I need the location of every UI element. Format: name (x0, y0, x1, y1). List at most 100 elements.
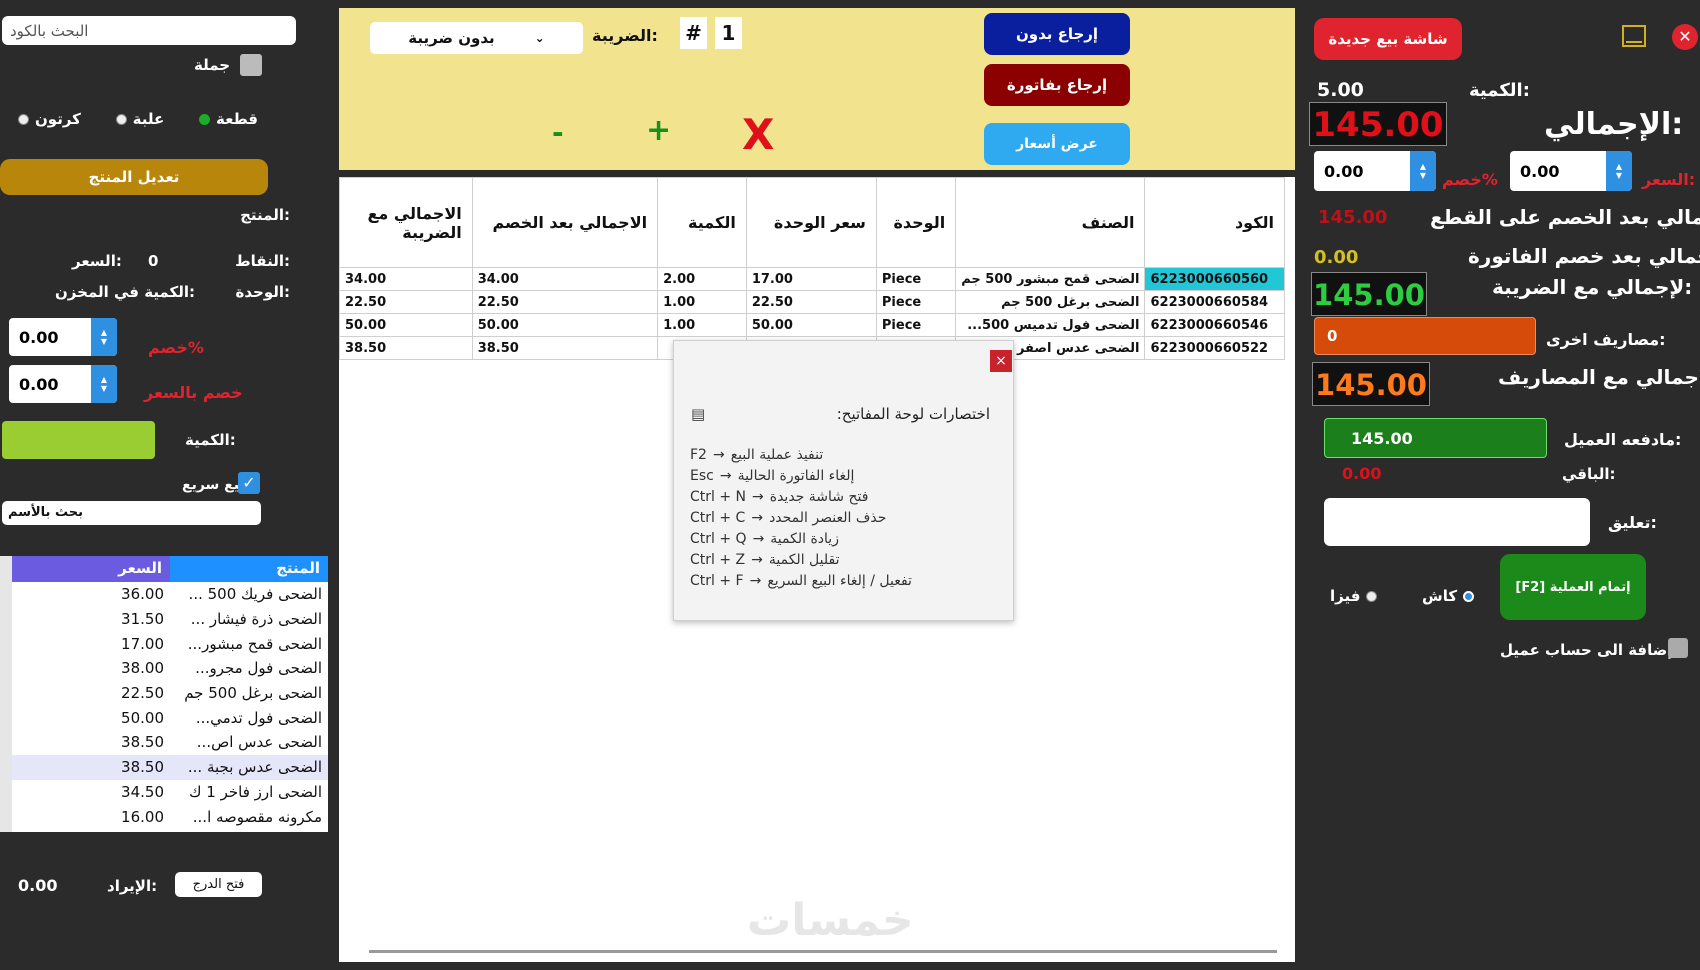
search-code-input[interactable]: البحث بالكود (2, 16, 296, 45)
delete-item-button[interactable]: X (742, 110, 774, 159)
other-expenses-input[interactable]: 0 (1314, 317, 1536, 355)
grid-cell: 34.00 (339, 267, 473, 291)
add-to-customer-label: إضافة الى حساب عميل (1500, 641, 1673, 659)
product-list[interactable]: المنتج السعر الضحى فريك 500 ... 36.00 الضح… (0, 556, 328, 832)
list-scrollbar[interactable] (0, 556, 12, 832)
list-header-product[interactable]: المنتج (170, 556, 328, 582)
tax-select[interactable]: بدون ضريبة ⌄ (370, 22, 583, 54)
table-row[interactable]: 6223000660546 الضحى فول تدميس 500... Piece… (339, 313, 1285, 337)
list-item[interactable]: الضحى قمح مبشور... 17.00 (12, 631, 328, 656)
discount-price-stepper[interactable]: 0.00 ▲ ▼ (9, 365, 117, 403)
horizontal-scrollbar[interactable] (369, 950, 1277, 953)
minimize-icon[interactable] (1622, 25, 1646, 47)
unit-piece-radio[interactable]: قطعة (199, 110, 258, 128)
table-row[interactable]: 6223000660584 الضحى برغل 500 جم Piece 22.50… (339, 290, 1285, 314)
arrow-icon: → (719, 468, 732, 484)
quotation-button[interactable]: عرض أسعار (984, 123, 1130, 165)
new-sale-screen-button[interactable]: شاشة بيع جديدة (1314, 18, 1462, 60)
wholesale-checkbox-row[interactable]: جملة (190, 54, 262, 78)
unit-carton-radio[interactable]: كرتون (18, 110, 81, 128)
list-item-name: الضحى فول مجرو... (195, 659, 322, 678)
grid-header-cell[interactable]: الاجمالي مع الضريبة (339, 177, 473, 268)
grid-header-cell[interactable]: الاجمالي بعد الخصم (471, 177, 659, 268)
grid-header-cell[interactable]: الكود (1144, 177, 1285, 268)
quantity-input[interactable] (2, 421, 155, 459)
visa-radio[interactable]: فيزا (1330, 587, 1378, 605)
open-drawer-button[interactable]: فتح الدرج (175, 872, 262, 897)
quick-sale-label: بيع سريع (182, 477, 245, 493)
comment-label: تعليق: (1608, 513, 1657, 532)
list-item-price: 38.50 (121, 733, 164, 752)
comment-input[interactable] (1324, 498, 1590, 546)
dialog-close-button[interactable]: × (990, 350, 1012, 372)
list-item[interactable]: الضحى برغل 500 جم 22.50 (12, 681, 328, 706)
shortcut-item: Ctrl + N → فتح شاشة جديدة (690, 489, 1000, 510)
stepper-arrows-icon[interactable]: ▲ ▼ (91, 365, 117, 403)
list-item[interactable]: الضحى فول مجرو... 38.00 (12, 656, 328, 681)
right-price-stepper[interactable]: 0.00 ▲ ▼ (1510, 151, 1632, 191)
unit-radio-group: قطعة علبة كرتون (18, 108, 258, 130)
grid-cell: الضحى برغل 500 جم (955, 290, 1146, 314)
grid-cell: 6223000660522 (1144, 336, 1285, 360)
stepper-arrows-icon[interactable]: ▲ ▼ (1606, 151, 1632, 191)
shortcut-action: تنفيذ عملية البيع (730, 447, 824, 463)
unit-box-radio[interactable]: علبة (115, 110, 164, 128)
stepper-arrows-icon[interactable]: ▲ ▼ (91, 318, 117, 356)
list-item-name: الضحى فول تدمي... (195, 708, 322, 727)
quick-sale-checkbox[interactable]: ✓ (238, 472, 260, 494)
return-with-invoice-button[interactable]: إرجاع بفاتورة (984, 64, 1130, 106)
after-invoice-discount-value: 0.00 (1314, 247, 1359, 268)
list-item[interactable]: الضحى فول تدمي... 50.00 (12, 705, 328, 730)
shortcuts-dialog: × اختصارات لوحة المفاتيح: ▤ F2 → تنفيذ عمل… (673, 340, 1014, 621)
shortcut-action: تفعيل / إلغاء البيع السريع (767, 573, 912, 589)
complete-sale-button[interactable]: [F2] إتمام العملية (1500, 554, 1646, 620)
list-item[interactable]: الضحى ذرة فيشار ... 31.50 (12, 607, 328, 632)
list-item-price: 38.50 (121, 758, 164, 777)
with-expenses-label: لإجمالي مع المصاريف: (1498, 365, 1700, 389)
grid-cell: Piece (875, 290, 957, 314)
wholesale-label: جملة (194, 56, 231, 74)
list-item[interactable]: الضحى عدس اص... 38.50 (12, 730, 328, 755)
list-item[interactable]: مكرونه مقصوصه ا... 16.00 (12, 804, 328, 829)
stepper-arrows-icon[interactable]: ▲ ▼ (1410, 151, 1436, 191)
invoice-table[interactable]: الكود الصنف الوحدة سعر الوحدة الكمية الاجمالي… (339, 177, 1285, 360)
edit-product-button[interactable]: تعديل المنتج (0, 159, 268, 195)
price-label: السعر: (72, 252, 122, 270)
stock-label: الكمية في المخزن: (55, 283, 195, 301)
return-without-invoice-button[interactable]: إرجاع بدون (984, 13, 1130, 55)
shortcut-item: Ctrl + Q → زيادة الكمية (690, 531, 1000, 552)
list-item[interactable]: الضحى فريك 500 ... 36.00 (12, 582, 328, 607)
with-expenses-value: 145.00 (1312, 362, 1430, 406)
close-icon[interactable]: ✕ (1672, 24, 1698, 50)
add-to-customer-checkbox[interactable] (1668, 638, 1688, 658)
shortcut-item: Esc → إلغاء الفاتورة الحالية (690, 468, 1000, 489)
grid-cell: 34.00 (471, 267, 659, 291)
list-item[interactable]: الضحى عدس بجبة ... 38.50 (12, 754, 328, 780)
plus-button[interactable]: + (646, 113, 671, 148)
right-discount-stepper[interactable]: 0.00 ▲ ▼ (1314, 151, 1436, 191)
right-panel: ✕ شاشة بيع جديدة الكمية: 5.00 145.00 الإ… (1302, 0, 1700, 970)
search-name-input[interactable]: بحث بالأسم (2, 501, 261, 525)
grid-cell: 2.00 (657, 267, 747, 291)
discount-pct-stepper[interactable]: 0.00 ▲ ▼ (9, 318, 117, 356)
table-row[interactable]: 6223000660560 الضحى قمح مبشور 500 جم Piece… (339, 267, 1285, 291)
wholesale-checkbox[interactable] (240, 54, 262, 76)
list-header-price[interactable]: السعر (12, 556, 170, 582)
right-discount-label: خصم% (1442, 170, 1498, 189)
customer-paid-input[interactable]: 145.00 (1324, 418, 1547, 458)
keyboard-icon: ▤ (691, 405, 706, 423)
grid-header-cell[interactable]: سعر الوحدة (745, 177, 877, 268)
grid-header-cell[interactable]: الصنف (955, 177, 1146, 268)
list-item[interactable]: الضحى ارز فاخر 1 ك 34.50 (12, 780, 328, 805)
list-header: المنتج السعر (12, 556, 328, 582)
remaining-value: 0.00 (1342, 464, 1382, 483)
arrow-icon: → (749, 573, 762, 589)
shortcut-action: تقليل الكمية (768, 552, 840, 568)
grid-header-cell[interactable]: الوحدة (875, 177, 957, 268)
cash-radio[interactable]: كاش (1422, 587, 1475, 605)
grid-header-cell[interactable]: الكمية (657, 177, 747, 268)
product-label: المنتج: (240, 206, 290, 224)
quantity-label: الكمية: (185, 431, 236, 449)
minus-button[interactable]: - (552, 116, 564, 149)
grid-cell: الضحى قمح مبشور 500 جم (955, 267, 1146, 291)
